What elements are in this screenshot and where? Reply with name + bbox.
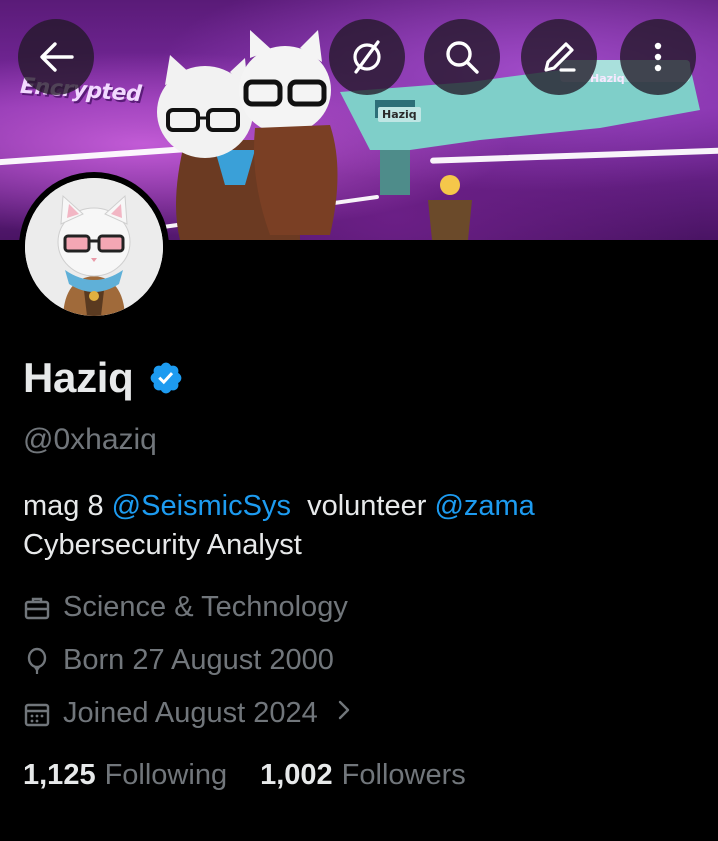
followers-count: 1,002 — [260, 759, 333, 791]
search-icon — [446, 41, 479, 74]
balloon-icon — [23, 647, 51, 675]
arrow-left-icon — [40, 42, 74, 72]
banner-gun-label: Haziq — [378, 107, 421, 122]
profile-birthday: Born 27 August 2000 — [23, 644, 334, 677]
bio-text: mag 8 — [23, 490, 112, 522]
pencil-icon — [544, 42, 576, 72]
avatar-image — [25, 178, 163, 316]
bio-mention-zama[interactable]: @zama — [434, 490, 534, 522]
more-options-button[interactable] — [620, 19, 696, 95]
following-link[interactable]: 1,125 Following — [23, 759, 227, 792]
vertical-dots-icon — [654, 42, 662, 72]
display-name: Haziq — [23, 354, 134, 401]
birthday-text: Born 27 August 2000 — [63, 644, 334, 676]
profile-name-row: Haziq — [23, 354, 184, 402]
back-button[interactable] — [18, 19, 94, 95]
followers-link[interactable]: 1,002 Followers — [260, 759, 466, 792]
calendar-icon — [23, 700, 51, 728]
briefcase-icon — [23, 594, 51, 622]
bio-text: volunteer — [290, 490, 435, 522]
bio-line-2: Cybersecurity Analyst — [23, 529, 302, 561]
following-label: Following — [104, 759, 228, 791]
chevron-right-icon — [336, 697, 352, 730]
category-text: Science & Technology — [63, 591, 348, 623]
profile-bio: mag 8 @SeismicSys volunteer @zama Cybers… — [23, 487, 535, 565]
joined-text: Joined August 2024 — [63, 697, 318, 729]
slashed-circle-icon — [353, 40, 381, 74]
follow-stats: 1,125 Following 1,002 Followers — [23, 759, 466, 792]
avatar[interactable] — [25, 178, 163, 316]
edit-button[interactable] — [521, 19, 597, 95]
profile-joined-date[interactable]: Joined August 2024 — [23, 697, 352, 730]
following-count: 1,125 — [23, 759, 96, 791]
bio-mention-seismicsys[interactable]: @SeismicSys — [112, 490, 291, 522]
avatar-border — [19, 172, 169, 322]
username-handle: @0xhaziq — [23, 423, 157, 456]
profile-category: Science & Technology — [23, 591, 348, 624]
followers-label: Followers — [341, 759, 466, 791]
verified-badge-icon[interactable] — [148, 360, 184, 396]
mute-button[interactable] — [329, 19, 405, 95]
search-button[interactable] — [424, 19, 500, 95]
bio-line-1: mag 8 @SeismicSys volunteer @zama — [23, 487, 535, 526]
